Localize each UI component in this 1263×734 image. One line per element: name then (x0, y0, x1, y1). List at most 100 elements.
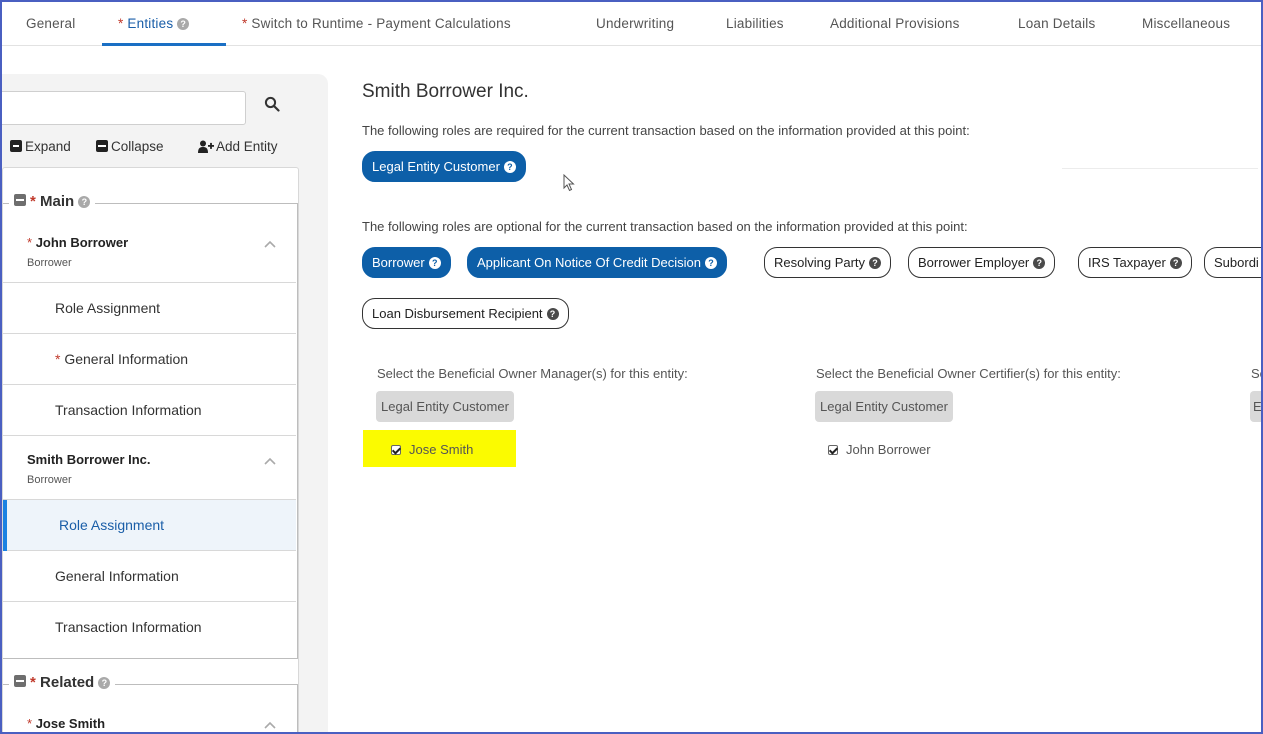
sidebar-item-label: Transaction Information (55, 619, 202, 635)
group-label: Main (40, 193, 75, 210)
help-icon[interactable]: ? (503, 161, 516, 173)
mouse-cursor-icon (563, 174, 575, 192)
sidebar-item-general-information[interactable]: * General Information (3, 334, 296, 385)
related-group-legend[interactable]: * Related ? (9, 674, 116, 691)
entity-tree: * Main ? * John Borrower Borrower Role A… (2, 167, 299, 732)
divider (1062, 168, 1258, 169)
bo-third-label-truncated: Se (1251, 366, 1261, 381)
chevron-up-icon[interactable] (263, 720, 277, 730)
active-tab-indicator (102, 43, 226, 46)
sidebar-item-label: * General Information (55, 351, 188, 367)
entity-john-borrower[interactable]: * John Borrower Borrower (3, 219, 296, 283)
tab-loan-details[interactable]: Loan Details (1018, 16, 1095, 31)
tab-liabilities[interactable]: Liabilities (726, 16, 784, 31)
help-icon[interactable]: ? (98, 677, 111, 689)
tab-label: Underwriting (596, 16, 675, 31)
role-label: Resolving Party (774, 255, 866, 270)
optional-role-borrower-employer[interactable]: Borrower Employer? (908, 247, 1056, 278)
help-icon[interactable]: ? (428, 257, 441, 269)
entity-jose-smith[interactable]: * Jose Smith (3, 700, 296, 732)
tab-label: Additional Provisions (830, 16, 960, 31)
role-label: Borrower (372, 255, 425, 270)
sidebar-item-role-assignment-selected[interactable]: Role Assignment (3, 500, 296, 551)
add-entity-button[interactable]: Add Entity (198, 139, 278, 154)
tab-bar: General * Entities ? * Switch to Runtime… (2, 2, 1261, 46)
tab-miscellaneous[interactable]: Miscellaneous (1142, 16, 1230, 31)
tab-general[interactable]: General (26, 16, 75, 31)
required-role-legal-entity-customer[interactable]: Legal Entity Customer? (362, 151, 526, 182)
tab-entities[interactable]: * Entities ? (118, 16, 190, 31)
tab-label: Liabilities (726, 16, 784, 31)
entity-role: Borrower (27, 474, 72, 486)
tab-label: General (26, 16, 76, 31)
sidebar-item-transaction-information[interactable]: Transaction Information (3, 602, 296, 653)
help-icon[interactable]: ? (1033, 257, 1046, 269)
help-icon[interactable]: ? (78, 196, 91, 208)
bo-manager-checkbox-jose-smith[interactable]: Jose Smith (391, 442, 473, 457)
bo-manager-label: Select the Beneficial Owner Manager(s) f… (377, 366, 688, 381)
add-entity-label: Add Entity (216, 139, 278, 154)
sidebar-item-label: Role Assignment (59, 517, 165, 533)
sidebar-item-label: Transaction Information (55, 402, 202, 418)
tab-switch-to-runtime[interactable]: * Switch to Runtime - Payment Calculatio… (242, 16, 511, 31)
add-user-icon (198, 140, 214, 153)
bo-third-role-chip-truncated: E (1250, 391, 1261, 422)
sidebar-item-transaction-information[interactable]: Transaction Information (3, 385, 296, 436)
main-group: * Main ? * John Borrower Borrower Role A… (3, 193, 298, 659)
optional-role-resolving-party[interactable]: Resolving Party? (764, 247, 892, 278)
entity-role: Borrower (27, 257, 72, 269)
optional-role-subordinate-truncated[interactable]: Subordi (1204, 247, 1261, 278)
collapse-group-icon[interactable] (14, 194, 26, 206)
tab-underwriting[interactable]: Underwriting (596, 16, 674, 31)
help-icon[interactable]: ? (1169, 257, 1182, 269)
checkbox-label: Jose Smith (409, 442, 474, 457)
entity-smith-borrower-inc[interactable]: Smith Borrower Inc. Borrower (3, 436, 296, 500)
entity-name: Smith Borrower Inc. (27, 452, 151, 467)
chevron-up-icon[interactable] (263, 239, 277, 249)
required-marker: * (30, 674, 36, 691)
entity-name-text: Jose Smith (35, 716, 106, 731)
group-label: Related (40, 674, 95, 691)
main-group-legend[interactable]: * Main ? (9, 193, 96, 210)
collapse-button[interactable]: Collapse (96, 139, 164, 154)
bo-manager-role-chip: Legal Entity Customer (376, 391, 514, 422)
page-title: Smith Borrower Inc. (362, 81, 529, 102)
help-icon[interactable]: ? (704, 257, 717, 269)
role-label: Subordi (1214, 255, 1259, 270)
optional-roles-text: The following roles are optional for the… (362, 219, 968, 234)
help-icon[interactable]: ? (546, 308, 559, 320)
help-icon[interactable]: ? (869, 257, 882, 269)
role-label: Loan Disbursement Recipient (372, 306, 543, 321)
bo-certifier-checkbox-john-borrower[interactable]: John Borrower (828, 442, 931, 457)
collapse-label: Collapse (111, 139, 164, 154)
related-group: * Related ? * Jose Smith (3, 674, 298, 732)
required-marker: * (27, 716, 33, 731)
expand-button[interactable]: Expand (10, 139, 71, 154)
role-label: Borrower Employer (918, 255, 1030, 270)
collapse-icon (96, 140, 108, 152)
required-roles-text: The following roles are required for the… (362, 123, 970, 138)
optional-role-applicant-on-notice[interactable]: Applicant On Notice Of Credit Decision? (467, 247, 727, 278)
sidebar-item-label: General Information (55, 568, 179, 584)
optional-role-loan-disbursement-recipient[interactable]: Loan Disbursement Recipient? (362, 298, 569, 329)
optional-role-irs-taxpayer[interactable]: IRS Taxpayer? (1078, 247, 1192, 278)
sidebar-item-role-assignment[interactable]: Role Assignment (3, 283, 296, 334)
required-marker: * (27, 235, 33, 250)
entity-sidebar: Expand Collapse Add Entity * Main ? * Jo… (2, 74, 328, 732)
entity-name-text: John Borrower (35, 235, 129, 250)
bo-certifier-label: Select the Beneficial Owner Certifier(s)… (816, 366, 1121, 381)
entity-search-input[interactable] (2, 91, 246, 125)
sidebar-item-label: Role Assignment (55, 300, 161, 316)
optional-role-borrower[interactable]: Borrower? (362, 247, 451, 278)
sidebar-item-text: General Information (64, 351, 189, 367)
checkbox-checked-icon[interactable] (828, 445, 838, 455)
required-marker: * (30, 193, 36, 210)
chevron-up-icon[interactable] (263, 456, 277, 466)
search-icon[interactable] (264, 96, 280, 112)
collapse-group-icon[interactable] (14, 675, 26, 687)
tab-additional-provisions[interactable]: Additional Provisions (830, 16, 960, 31)
app-window: General * Entities ? * Switch to Runtime… (0, 0, 1263, 734)
checkbox-checked-icon[interactable] (391, 445, 401, 455)
help-icon[interactable]: ? (177, 18, 190, 30)
sidebar-item-general-information[interactable]: General Information (3, 551, 296, 602)
